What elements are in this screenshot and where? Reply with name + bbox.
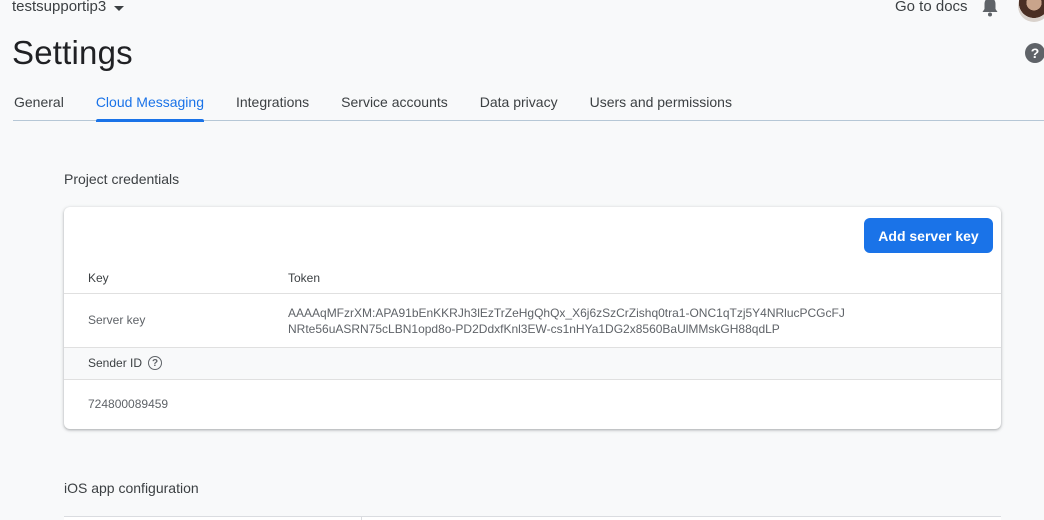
avatar[interactable]: [1018, 0, 1044, 22]
tab-service-accounts[interactable]: Service accounts: [341, 84, 448, 121]
token-line-1: AAAAqMFzrXM:APA91bEnKKRJh3lEzTrZeHgQhQx_…: [288, 306, 845, 320]
token-column-header: Token: [288, 271, 321, 285]
go-to-docs-link[interactable]: Go to docs: [895, 0, 968, 15]
tab-integrations[interactable]: Integrations: [236, 84, 309, 121]
sender-id-header: Sender ID ?: [88, 356, 163, 370]
tab-data-privacy[interactable]: Data privacy: [480, 84, 558, 121]
tab-users-and-permissions[interactable]: Users and permissions: [590, 84, 732, 121]
tab-general[interactable]: General: [14, 84, 64, 121]
ios-config-card: [64, 516, 1001, 520]
sender-id-label: Sender ID: [88, 356, 143, 370]
help-circle-icon[interactable]: ?: [148, 356, 163, 370]
bell-icon[interactable]: [980, 0, 1000, 18]
header-divider: [64, 293, 1001, 294]
tab-cloud-messaging[interactable]: Cloud Messaging: [95, 84, 205, 122]
settings-tabs: General Cloud Messaging Integrations Ser…: [13, 84, 1044, 122]
page-title: Settings: [12, 34, 133, 71]
server-key-token[interactable]: AAAAqMFzrXM:APA91bEnKKRJh3lEzTrZeHgQhQx_…: [288, 305, 845, 337]
project-credentials-card: Add server key Key Token Server key AAAA…: [64, 207, 1001, 429]
server-key-label: Server key: [88, 313, 146, 327]
top-bar: testsupportip3 Go to docs: [0, 0, 1044, 22]
project-credentials-title: Project credentials: [64, 171, 180, 187]
project-selector[interactable]: testsupportip3: [12, 0, 125, 15]
help-icon[interactable]: ?: [1025, 43, 1044, 63]
sender-id-value[interactable]: 724800089459: [88, 397, 168, 411]
key-column-header: Key: [88, 271, 109, 285]
sender-id-row: Sender ID ?: [64, 347, 1001, 380]
token-line-2: NRte56uASRN75cLBN1opd8o-PD2DdxfKnl3EW-cs…: [288, 322, 780, 336]
ios-config-title: iOS app configuration: [64, 480, 199, 496]
project-name: testsupportip3: [12, 0, 107, 15]
add-server-key-button[interactable]: Add server key: [864, 218, 993, 253]
caret-down-icon: [114, 5, 125, 11]
